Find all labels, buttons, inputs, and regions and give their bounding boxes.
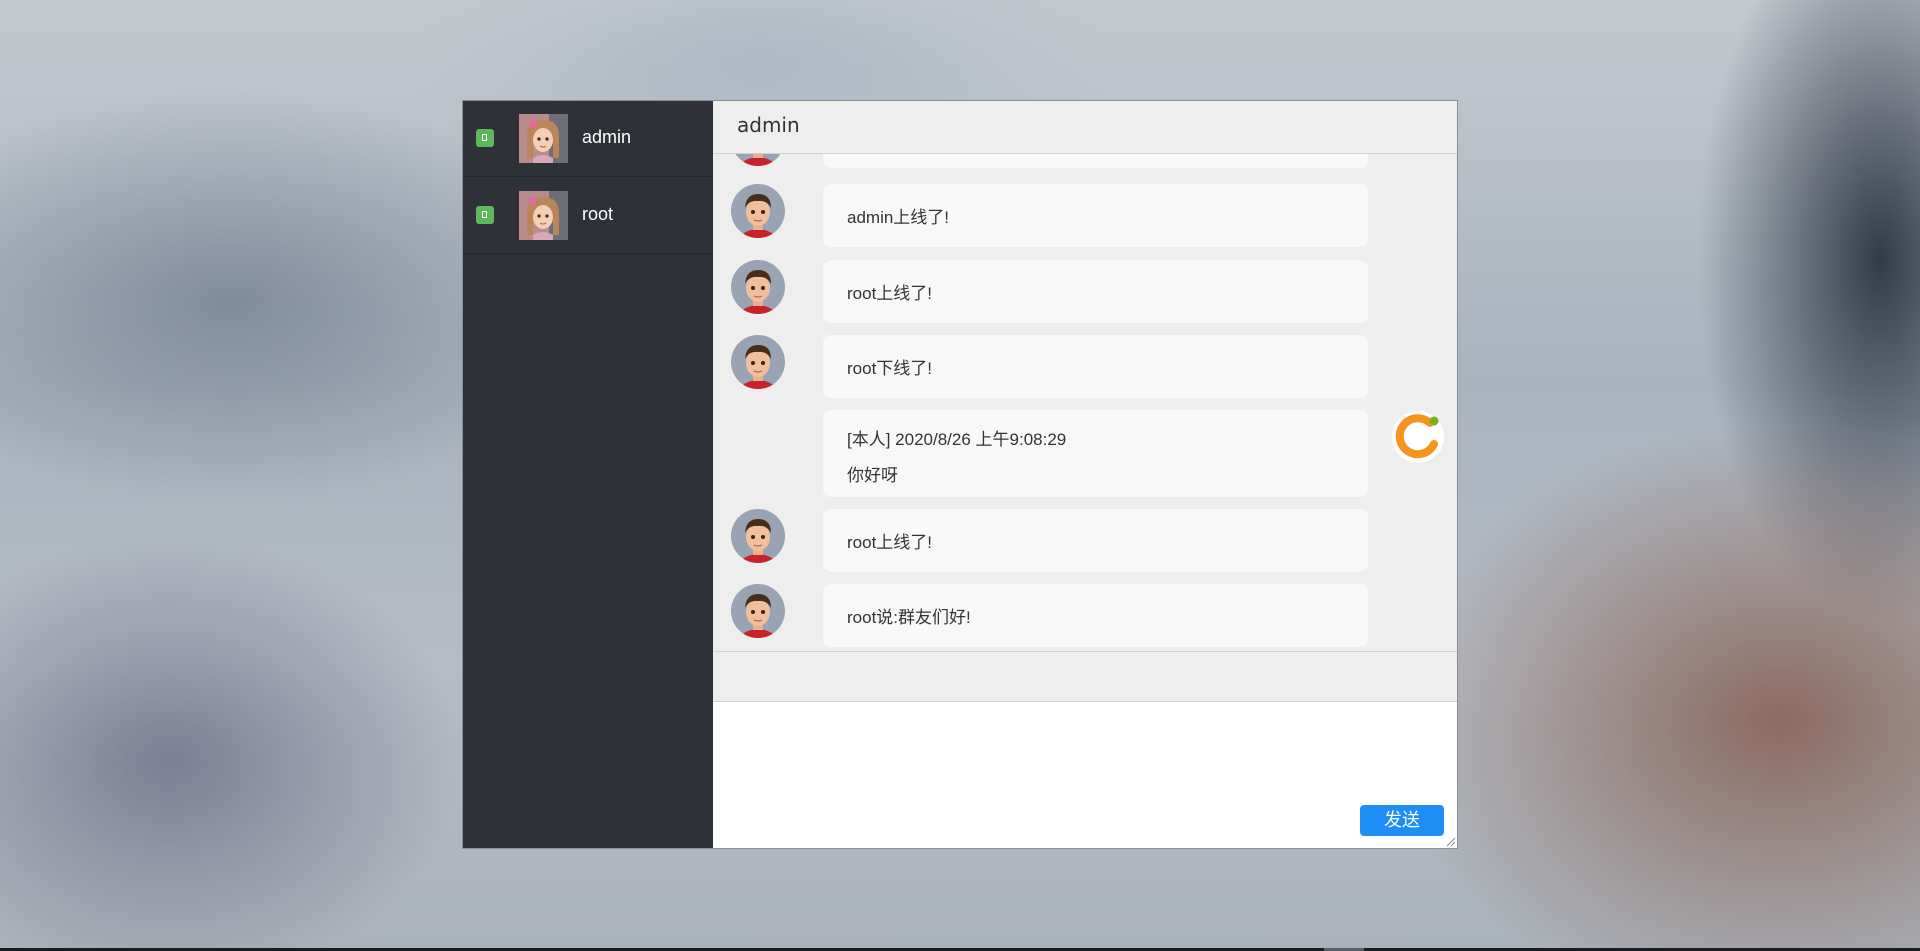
- phone-icon: [476, 206, 494, 224]
- message-bubble-self: [本人] 2020/8/26 上午9:08:29 你好呀: [823, 410, 1368, 497]
- chat-window: admin root admin admin上线了! root上线了! root…: [462, 100, 1458, 849]
- contact-name: root: [582, 204, 614, 224]
- chat-panel: admin admin上线了! root上线了! root下线了! [本人] 2…: [713, 101, 1457, 848]
- contact-item-root[interactable]: root: [463, 178, 713, 254]
- girl-avatar: [519, 191, 568, 240]
- message-bubble: admin上线了!: [823, 184, 1368, 247]
- message-input[interactable]: 发送: [713, 702, 1457, 848]
- boy-avatar: [731, 335, 785, 389]
- message-text: 你好呀: [847, 466, 898, 485]
- resize-grip-icon[interactable]: [1446, 837, 1456, 847]
- self-avatar-icon: [1391, 410, 1445, 464]
- phone-icon: [476, 129, 494, 147]
- message-bubble: [823, 154, 1368, 168]
- send-button[interactable]: 发送: [1360, 805, 1444, 836]
- composer-toolbar: [713, 652, 1457, 702]
- contact-item-admin[interactable]: admin: [463, 101, 713, 177]
- message-bubble: root上线了!: [823, 509, 1368, 572]
- boy-avatar: [731, 260, 785, 314]
- chat-title: admin: [737, 113, 800, 137]
- contact-sidebar: admin root: [463, 101, 713, 848]
- boy-avatar: [731, 184, 785, 238]
- contact-name: admin: [582, 127, 632, 147]
- message-bubble: root下线了!: [823, 335, 1368, 398]
- message-bubble: root说:群友们好!: [823, 584, 1368, 647]
- message-meta: [本人] 2020/8/26 上午9:08:29: [847, 430, 1067, 449]
- boy-avatar: [731, 584, 785, 638]
- boy-avatar: [731, 509, 785, 563]
- message-bubble: root上线了!: [823, 260, 1368, 323]
- boy-avatar: [731, 154, 785, 166]
- message-list[interactable]: admin上线了! root上线了! root下线了! [本人] 2020/8/…: [713, 154, 1457, 652]
- girl-avatar: [519, 114, 568, 163]
- chat-header: admin: [713, 101, 1457, 154]
